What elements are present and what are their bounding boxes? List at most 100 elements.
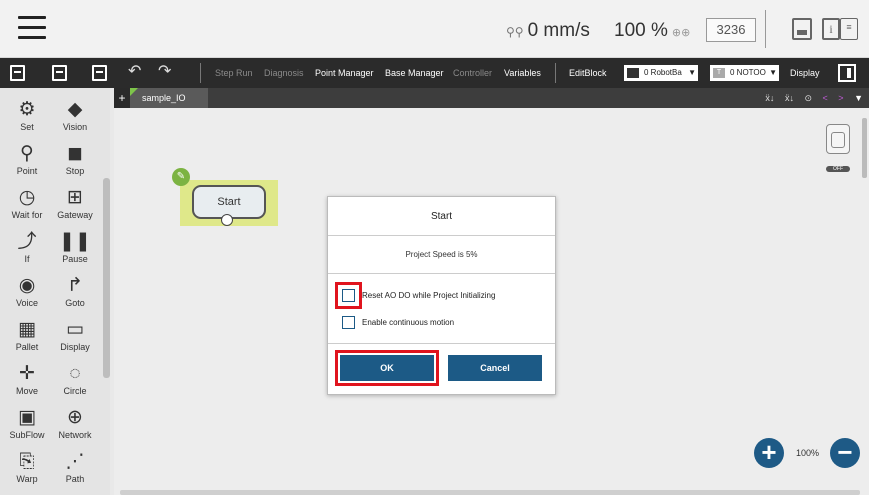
dialog-divider (328, 343, 555, 344)
hamburger-menu-icon[interactable] (18, 16, 46, 40)
auto-toggle[interactable]: OFF (826, 166, 850, 172)
sidebar-item-label: Point (16, 166, 38, 176)
step-run-button[interactable]: Step Run (215, 58, 253, 88)
sidebar-item-stop[interactable]: ◼ Stop (50, 142, 100, 176)
controller-button[interactable]: Controller (453, 58, 492, 88)
tool-select[interactable]: T 0 NOTOO ▼ (710, 65, 779, 81)
sidebar-item-if[interactable]: ⤴ If (2, 230, 52, 264)
tool-value: 0 NOTOO (730, 68, 766, 77)
edit-block-button[interactable]: EditBlock (569, 58, 607, 88)
divider (765, 10, 766, 48)
sidebar-item-move[interactable]: ✛ Move (2, 362, 52, 396)
cancel-button[interactable]: Cancel (448, 355, 542, 381)
sidebar-item-pallet[interactable]: ▦ Pallet (2, 318, 52, 352)
save-icon[interactable] (792, 18, 812, 40)
sidebar-item-label: Vision (62, 122, 88, 132)
display-icon: ▭ (66, 319, 84, 340)
sidebar-item-subflow[interactable]: ▣ SubFlow (2, 406, 52, 440)
dialog-title: Start (328, 197, 555, 236)
ok-button-highlight (335, 350, 439, 386)
stop-icon: ◼ (67, 143, 83, 164)
sidebar-item-label: Voice (15, 298, 39, 308)
sidebar-item-network[interactable]: ⊕ Network (50, 406, 100, 440)
sidebar-item-label: Stop (65, 166, 85, 176)
continuous-motion-label: Enable continuous motion (362, 318, 455, 327)
speed-icon: ⚲⚲ (506, 25, 524, 39)
sidebar-item-goto[interactable]: ↱ Goto (50, 274, 100, 308)
layout-icon[interactable] (826, 124, 850, 154)
display-button[interactable]: Display (790, 58, 820, 88)
project-tab-strip: + sample_IO ẍ↓ ẍ↓ ⊙ < > ▼ (114, 88, 869, 108)
sidebar-item-label: Display (60, 342, 90, 352)
point-manager-button[interactable]: Point Manager (315, 58, 374, 88)
open-project-icon[interactable] (52, 65, 67, 81)
start-node-connector[interactable] (221, 214, 233, 226)
sidebar-item-voice[interactable]: ◉ Voice (2, 274, 52, 308)
checkbox-highlight (335, 282, 362, 309)
sidebar-scrollbar[interactable] (103, 178, 110, 378)
speed-value: 0 mm/s (527, 20, 590, 41)
sidebar-item-label: If (24, 254, 30, 264)
sidebar-item-label: Move (15, 386, 38, 396)
pallet-icon: ▦ (18, 319, 36, 340)
sidebar-item-vision[interactable]: ◆ Vision (50, 98, 100, 132)
project-speed-message: Project Speed is 5% (328, 236, 555, 274)
speed-percent-readout[interactable]: 100 % ⊕⊕ (614, 20, 690, 42)
info-icon[interactable]: i (822, 18, 840, 40)
base-manager-button[interactable]: Base Manager (385, 58, 444, 88)
goto-icon: ↱ (67, 275, 83, 296)
zoom-in-icon[interactable]: + (754, 438, 784, 468)
reset-ao-do-option[interactable]: Reset AO DO while Project Initializing (342, 289, 542, 303)
save-project-icon[interactable] (92, 65, 107, 81)
node-palette-sidebar: ⚙ Set ◆ Vision ⚲ Point ◼ Stop ◷ Wait for ⊞ Gateway ⤴… (0, 88, 110, 495)
continuous-motion-option[interactable]: Enable continuous motion (342, 316, 542, 330)
canvas-right-tools: OFF (826, 124, 850, 172)
reset-ao-do-label: Reset AO DO while Project Initializing (362, 291, 496, 300)
tab-sample-io[interactable]: sample_IO (130, 88, 208, 108)
percent-icon: ⊕⊕ (671, 27, 691, 39)
diagnosis-button[interactable]: Diagnosis (264, 58, 304, 88)
sidebar-item-path[interactable]: ⋰ Path (50, 450, 100, 484)
tab-tools: ẍ↓ ẍ↓ ⊙ < > ▼ (765, 88, 869, 108)
side-panel-icon[interactable] (838, 64, 856, 82)
sidebar-item-point[interactable]: ⚲ Point (2, 142, 52, 176)
sidebar-item-display[interactable]: ▭ Display (50, 318, 100, 352)
sidebar-item-pause[interactable]: ❚❚ Pause (50, 230, 100, 264)
speed-percent-value: 100 % (614, 20, 668, 41)
next-tab-icon[interactable]: > (838, 88, 843, 108)
divider (555, 63, 556, 83)
gateway-icon: ⊞ (67, 187, 83, 208)
canvas-horizontal-scrollbar[interactable] (120, 490, 860, 495)
continuous-motion-checkbox[interactable] (342, 316, 355, 329)
edit-icon[interactable]: ✎ (172, 168, 190, 186)
log-icon[interactable]: ≡ (840, 18, 858, 40)
zoom-out-icon[interactable]: − (830, 438, 860, 468)
canvas-vertical-scrollbar[interactable] (862, 118, 867, 178)
tab-menu-icon[interactable]: ▼ (854, 88, 863, 108)
new-project-icon[interactable] (10, 65, 25, 81)
if-icon: ⤴ (17, 231, 37, 252)
sort-desc-icon[interactable]: ẍ↓ (785, 88, 794, 108)
sidebar-item-circle[interactable]: ◌ Circle (50, 362, 100, 396)
divider (200, 63, 201, 83)
chevron-down-icon: ▼ (688, 68, 696, 77)
path-icon: ⋰ (65, 451, 85, 472)
wait-for-icon: ◷ (18, 187, 36, 208)
start-dialog: Start Project Speed is 5% Reset AO DO wh… (327, 196, 556, 395)
prev-tab-icon[interactable]: < (823, 88, 828, 108)
add-tab-button[interactable]: + (114, 88, 130, 108)
undo-icon[interactable]: ↶ (128, 64, 141, 80)
sort-icon[interactable]: ẍ↓ (765, 88, 774, 108)
redo-icon[interactable]: ↷ (158, 64, 171, 80)
sidebar-item-label: Set (20, 122, 34, 132)
sidebar-item-warp[interactable]: ⎘ Warp (2, 450, 52, 484)
variables-button[interactable]: Variables (504, 58, 541, 88)
sidebar-item-set[interactable]: ⚙ Set (2, 98, 52, 132)
sidebar-item-label: Network (58, 430, 92, 440)
sidebar-item-wait-for[interactable]: ◷ Wait for (2, 186, 52, 220)
robot-base-select[interactable]: 0 RobotBa ▼ (624, 65, 698, 81)
locate-icon[interactable]: ⊙ (804, 88, 812, 108)
sidebar-item-label: Pause (62, 254, 88, 264)
sidebar-item-gateway[interactable]: ⊞ Gateway (50, 186, 100, 220)
sidebar-item-label: Pallet (15, 342, 39, 352)
